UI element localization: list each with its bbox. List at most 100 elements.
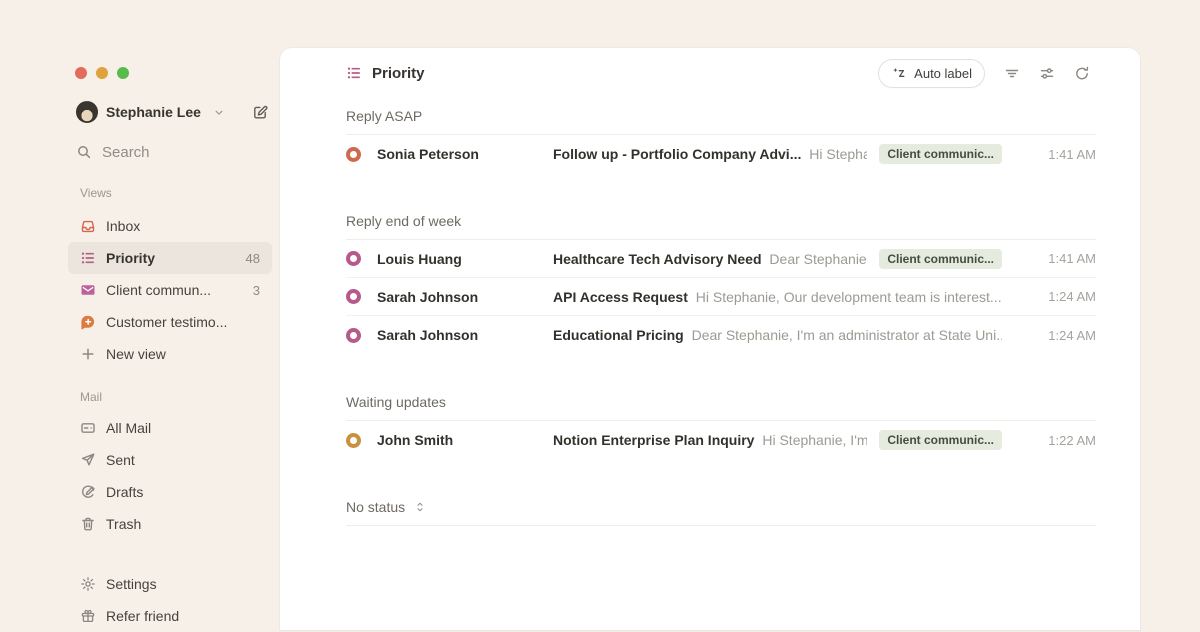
sidebar-item-label: Drafts	[106, 484, 143, 500]
mail-section-label: Mail	[68, 390, 272, 406]
compose-button[interactable]	[252, 102, 268, 122]
email-row[interactable]: John Smith Notion Enterprise Plan Inquir…	[346, 421, 1096, 459]
envelope-icon	[80, 282, 96, 298]
email-row[interactable]: Sarah Johnson API Access Request Hi Step…	[346, 278, 1096, 316]
sidebar-item-label: Inbox	[106, 218, 140, 234]
sender-avatar	[346, 328, 361, 343]
email-snippet: Healthcare Tech Advisory Need Dear Steph…	[553, 251, 867, 267]
email-time: 1:24 AM	[1016, 328, 1096, 343]
sidebar-item-sent[interactable]: Sent	[68, 444, 272, 476]
sidebar-item-count: 48	[246, 251, 260, 266]
sidebar-item-customer-testimo[interactable]: Customer testimo...	[68, 306, 272, 338]
auto-label-button-label: Auto label	[914, 66, 972, 81]
sort-icon[interactable]	[412, 500, 428, 514]
sidebar-item-trash[interactable]: Trash	[68, 508, 272, 540]
email-snippet: Notion Enterprise Plan Inquiry Hi Stepha…	[553, 432, 867, 448]
view-header: Priority Auto label	[280, 48, 1140, 98]
gift-icon	[80, 608, 96, 624]
sidebar-footer-list: Settings Refer friend	[68, 568, 272, 632]
testimonial-bubble-icon	[80, 314, 96, 330]
email-label-badge[interactable]: Client communic...	[879, 249, 1002, 269]
auto-label-icon	[891, 66, 907, 81]
minimize-window-button[interactable]	[96, 67, 108, 79]
sidebar-item-refer-friend[interactable]: Refer friend	[68, 600, 272, 632]
email-preview: Dear Stephanie,...	[766, 251, 868, 267]
sidebar-item-priority[interactable]: Priority 48	[68, 242, 272, 274]
sidebar-item-drafts[interactable]: Drafts	[68, 476, 272, 508]
email-time: 1:41 AM	[1016, 251, 1096, 266]
drafts-icon	[80, 484, 96, 500]
email-label-badge[interactable]: Client communic...	[879, 430, 1002, 450]
sender-avatar	[346, 251, 361, 266]
email-row[interactable]: Sonia Peterson Follow up - Portfolio Com…	[346, 135, 1096, 173]
mail-section: Waiting updates John Smith Notion Enterp…	[346, 388, 1096, 459]
sidebar-item-label: Sent	[106, 452, 135, 468]
trash-icon	[80, 516, 96, 532]
email-time: 1:24 AM	[1016, 289, 1096, 304]
toolbar: Auto label	[878, 59, 1090, 88]
sidebar-item-label: All Mail	[106, 420, 151, 436]
window-controls	[75, 67, 129, 79]
email-subject: Follow up - Portfolio Company Advi...	[553, 146, 801, 162]
views-section-label: Views	[68, 186, 272, 202]
chevron-down-icon	[211, 106, 227, 119]
sidebar-item-settings[interactable]: Settings	[68, 568, 272, 600]
mail-section: No status	[346, 493, 1096, 526]
email-snippet: API Access Request Hi Stephanie, Our dev…	[553, 289, 1002, 305]
page-title: Priority	[372, 65, 425, 82]
all-mail-icon	[80, 420, 96, 436]
sender-avatar	[346, 147, 361, 162]
email-preview: Hi Stepha...	[805, 146, 867, 162]
email-row[interactable]: Louis Huang Healthcare Tech Advisory Nee…	[346, 240, 1096, 278]
mail-panel: Priority Auto label Reply ASAP Sonia Pet…	[280, 48, 1140, 630]
plus-icon	[80, 346, 96, 362]
mail-list: Reply ASAP Sonia Peterson Follow up - Po…	[280, 102, 1140, 526]
section-rows: Louis Huang Healthcare Tech Advisory Nee…	[346, 240, 1096, 354]
filter-button[interactable]	[1004, 65, 1020, 82]
sidebar-item-inbox[interactable]: Inbox	[68, 210, 272, 242]
email-time: 1:41 AM	[1016, 147, 1096, 162]
email-preview: Hi Stephanie, I'm ...	[758, 432, 867, 448]
sidebar-item-count: 3	[253, 283, 260, 298]
email-label-badge[interactable]: Client communic...	[879, 144, 1002, 164]
search-input[interactable]: Search	[68, 138, 272, 166]
section-rows: Sonia Peterson Follow up - Portfolio Com…	[346, 135, 1096, 173]
email-subject: Notion Enterprise Plan Inquiry	[553, 432, 754, 448]
section-header: No status	[346, 493, 1096, 526]
view-title-group: Priority	[346, 65, 425, 82]
email-row[interactable]: Sarah Johnson Educational Pricing Dear S…	[346, 316, 1096, 354]
section-header: Reply end of week	[346, 207, 1096, 240]
send-icon	[80, 452, 96, 468]
priority-list-icon	[80, 250, 96, 266]
sidebar-item-client-commun[interactable]: Client commun... 3	[68, 274, 272, 306]
views-list: Inbox Priority 48 Client commun... 3 Cus…	[68, 210, 272, 370]
zoom-window-button[interactable]	[117, 67, 129, 79]
email-preview: Hi Stephanie, Our development team is in…	[692, 289, 1002, 305]
email-preview: Dear Stephanie, I'm an administrator at …	[688, 327, 1002, 343]
account-switcher[interactable]: Stephanie Lee	[68, 98, 272, 126]
sidebar-item-new-view[interactable]: New view	[68, 338, 272, 370]
sender-avatar	[346, 289, 361, 304]
sidebar-item-label: Refer friend	[106, 608, 179, 624]
section-header: Reply ASAP	[346, 102, 1096, 135]
email-subject: Educational Pricing	[553, 327, 684, 343]
email-sender: Louis Huang	[377, 251, 553, 267]
section-header: Waiting updates	[346, 388, 1096, 421]
sidebar: Stephanie Lee Search Views Inbox Priorit…	[68, 98, 272, 632]
email-subject: Healthcare Tech Advisory Need	[553, 251, 762, 267]
close-window-button[interactable]	[75, 67, 87, 79]
sidebar-item-label: Client commun...	[106, 282, 211, 298]
auto-label-button[interactable]: Auto label	[878, 59, 985, 88]
sidebar-item-all-mail[interactable]: All Mail	[68, 412, 272, 444]
sidebar-item-label: Priority	[106, 250, 155, 266]
sidebar-item-label: Settings	[106, 576, 157, 592]
email-sender: Sarah Johnson	[377, 289, 553, 305]
refresh-button[interactable]	[1074, 65, 1090, 82]
email-snippet: Follow up - Portfolio Company Advi... Hi…	[553, 146, 867, 162]
email-subject: API Access Request	[553, 289, 688, 305]
display-settings-button[interactable]	[1039, 65, 1055, 82]
email-sender: John Smith	[377, 432, 553, 448]
mail-folders-list: All Mail Sent Drafts Trash	[68, 412, 272, 540]
email-snippet: Educational Pricing Dear Stephanie, I'm …	[553, 327, 1002, 343]
section-title: Waiting updates	[346, 394, 446, 410]
